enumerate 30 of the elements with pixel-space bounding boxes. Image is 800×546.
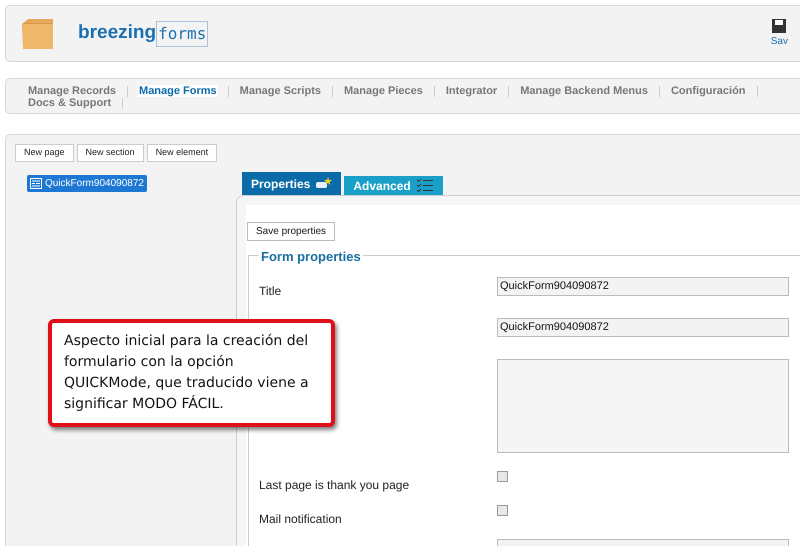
- app-logo: breezing forms: [78, 19, 208, 48]
- field-label: Last page is thank you page: [259, 478, 410, 492]
- field-label: Mail notification: [259, 512, 342, 526]
- input-field[interactable]: QuickForm904090872: [497, 318, 789, 336]
- nav-link[interactable]: Manage Forms: [138, 85, 218, 97]
- checkbox[interactable]: [497, 504, 508, 516]
- field-label: Title: [259, 284, 282, 298]
- toolbar-button[interactable]: New element: [146, 144, 218, 162]
- nav-link[interactable]: Manage Pieces: [342, 85, 424, 97]
- toolbar-button[interactable]: New section: [76, 144, 144, 162]
- tab[interactable]: Properties: [242, 172, 342, 195]
- save-icon[interactable]: [770, 18, 787, 34]
- save-label[interactable]: Sav: [770, 34, 788, 49]
- tree-item[interactable]: QuickForm904090872: [27, 174, 147, 192]
- nav-link[interactable]: Manage Scripts: [238, 85, 322, 97]
- nav-link[interactable]: Manage Backend Menus: [519, 85, 649, 97]
- nav-link[interactable]: Manage Records: [27, 85, 118, 97]
- save-properties-button[interactable]: Save properties: [247, 222, 336, 241]
- checklist-icon: [416, 178, 434, 193]
- callout-box: Aspecto inicial para la creación del formulario con la opción QUICKMode, que traducido viene a significar MODO FÁCIL.: [48, 319, 335, 427]
- checkbox[interactable]: [497, 470, 508, 482]
- nav-link[interactable]: Configuración: [670, 85, 747, 97]
- toolbar-button[interactable]: New page: [15, 144, 74, 162]
- card-star-icon: [315, 177, 332, 190]
- tab[interactable]: Advanced: [344, 176, 443, 195]
- nav-link[interactable]: Docs & Support: [27, 97, 112, 109]
- input-field[interactable]: QuickForm904090872: [497, 276, 789, 296]
- textarea-field[interactable]: [497, 358, 789, 452]
- nav-link[interactable]: Integrator: [444, 85, 498, 97]
- form-icon: [30, 178, 42, 188]
